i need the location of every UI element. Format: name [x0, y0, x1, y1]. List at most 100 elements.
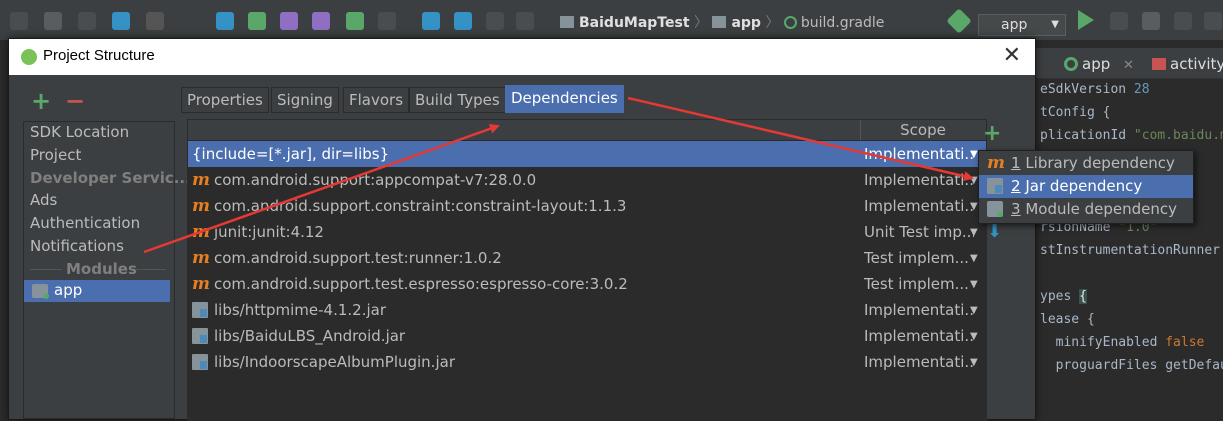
- table-row[interactable]: libs/httpmime-4.1.2.jar Implementati... …: [188, 297, 986, 323]
- dependency-name: {include=[*.jar], dir=libs}: [192, 145, 390, 163]
- add-module-button[interactable]: +: [31, 89, 51, 113]
- gradle-icon: [1064, 57, 1078, 71]
- sdk-manager-icon[interactable]: [422, 12, 440, 30]
- divider: [30, 269, 62, 270]
- gear-icon[interactable]: [44, 12, 62, 30]
- close-icon[interactable]: ✕: [1123, 58, 1134, 73]
- table-row[interactable]: m com.android.support.test.espresso:espr…: [188, 271, 986, 297]
- chevron-down-icon: ▼: [1051, 19, 1059, 30]
- tab-build-types[interactable]: Build Types: [409, 87, 506, 113]
- remove-module-button[interactable]: −: [65, 89, 85, 113]
- terminal-icon[interactable]: [516, 12, 534, 30]
- debug-icon[interactable]: [1142, 12, 1160, 30]
- chevron-down-icon[interactable]: ▼: [970, 201, 978, 212]
- code-line: lease {: [1040, 312, 1095, 327]
- sidebar-header-modules: Modules: [66, 260, 137, 278]
- vcs-update-icon[interactable]: [216, 12, 234, 30]
- run-config-select[interactable]: app ▼: [978, 14, 1066, 36]
- more-icon[interactable]: [1204, 12, 1222, 30]
- dependency-scope[interactable]: Test implem...: [864, 275, 974, 293]
- add-dependency-button[interactable]: +: [983, 121, 1001, 146]
- move-down-icon[interactable]: ⬇: [987, 221, 1002, 242]
- menu-item-number: 2: [1011, 177, 1021, 195]
- dependency-scope[interactable]: Implementati...: [864, 353, 974, 371]
- tab-dependencies[interactable]: Dependencies: [505, 85, 624, 113]
- close-button[interactable]: ✕: [1003, 43, 1021, 68]
- breadcrumb-file[interactable]: build.gradle: [801, 15, 885, 31]
- build-icon[interactable]: [10, 12, 28, 30]
- tab-flavors[interactable]: Flavors: [343, 87, 410, 113]
- jar-icon: [987, 178, 1003, 194]
- project-structure-icon[interactable]: [454, 12, 472, 30]
- jar-icon: [192, 302, 208, 318]
- maven-icon: m: [192, 196, 210, 216]
- breadcrumb-project[interactable]: BaiduMapTest: [579, 15, 690, 31]
- run-icon[interactable]: [1078, 10, 1094, 30]
- dependency-scope[interactable]: Implementati...: [864, 197, 974, 215]
- dependency-scope[interactable]: Implementati...: [864, 327, 974, 345]
- column-header-scope[interactable]: Scope: [860, 120, 985, 140]
- dependency-scope[interactable]: Implementati...: [864, 301, 974, 319]
- chevron-down-icon[interactable]: ▼: [970, 149, 978, 160]
- table-row[interactable]: m com.android.support.constraint:constra…: [188, 193, 986, 219]
- tab-signing[interactable]: Signing: [271, 87, 339, 113]
- editor-tab-label: activity: [1170, 55, 1223, 73]
- chevron-down-icon[interactable]: ▼: [970, 357, 978, 368]
- sidebar-item-project[interactable]: Project: [30, 146, 81, 164]
- editor-tab-activity[interactable]: activity: [1152, 53, 1223, 75]
- dependency-name: libs/IndoorscapeAlbumPlugin.jar: [214, 353, 455, 371]
- sync-gradle-icon[interactable]: [346, 12, 364, 30]
- menu-item-library-dependency[interactable]: m 1 Library dependency: [979, 152, 1193, 175]
- tab-properties[interactable]: Properties: [181, 87, 269, 113]
- chevron-down-icon[interactable]: ▼: [970, 279, 978, 290]
- dependency-scope[interactable]: Test implem...: [864, 249, 974, 267]
- code-line: tConfig {: [1040, 105, 1111, 120]
- dependency-scope[interactable]: Implementati...: [864, 145, 974, 163]
- sidebar-item-authentication[interactable]: Authentication: [30, 214, 140, 232]
- add-dependency-menu: m 1 Library dependency 2 Jar dependency …: [978, 150, 1194, 224]
- jar-icon: [192, 354, 208, 370]
- menu-item-number: 1: [1011, 154, 1021, 172]
- chevron-down-icon[interactable]: ▼: [970, 331, 978, 342]
- project-structure-dialog: Project Structure ✕ + − SDK Location Pro…: [8, 38, 1036, 421]
- vcs-commit-icon[interactable]: [248, 12, 266, 30]
- dependency-scope[interactable]: Unit Test imp...: [864, 223, 974, 241]
- sidebar-item-ads[interactable]: Ads: [30, 191, 57, 209]
- chevron-down-icon[interactable]: ▼: [970, 305, 978, 316]
- attach-debugger-icon[interactable]: [1174, 12, 1192, 30]
- table-row[interactable]: m com.android.support.test:runner:1.0.2 …: [188, 245, 986, 271]
- dialog-titlebar[interactable]: Project Structure ✕: [9, 39, 1035, 75]
- avd-manager-icon[interactable]: [378, 12, 396, 30]
- run-config-label: app: [1001, 17, 1028, 33]
- code-line: eSdkVersion 28: [1040, 82, 1150, 97]
- vcs-history-icon[interactable]: [280, 12, 298, 30]
- sidebar-item-notifications[interactable]: Notifications: [30, 237, 124, 255]
- table-row[interactable]: libs/IndoorscapeAlbumPlugin.jar Implemen…: [188, 349, 986, 375]
- editor-tab-app[interactable]: app ✕: [1064, 53, 1134, 75]
- stop-icon[interactable]: [146, 12, 164, 30]
- menu-item-module-dependency[interactable]: 3 Module dependency: [979, 198, 1193, 221]
- sidebar-item-sdk-location[interactable]: SDK Location: [30, 123, 129, 141]
- code-line: plicationId "com.baidu.m: [1040, 128, 1223, 143]
- code-line: ypes {: [1040, 289, 1087, 304]
- table-row[interactable]: {include=[*.jar], dir=libs} Implementati…: [188, 141, 986, 167]
- chevron-down-icon[interactable]: ▼: [970, 227, 978, 238]
- hammer-icon[interactable]: [946, 8, 972, 34]
- code-line: stInstrumentationRunner: [1040, 243, 1221, 258]
- sidebar-item-app[interactable]: app: [54, 281, 82, 299]
- menu-item-jar-dependency[interactable]: 2 Jar dependency: [979, 175, 1193, 198]
- sync-icon[interactable]: [78, 12, 96, 30]
- table-row[interactable]: libs/BaiduLBS_Android.jar Implementati..…: [188, 323, 986, 349]
- undo-icon[interactable]: [312, 12, 330, 30]
- search-icon[interactable]: [486, 12, 504, 30]
- table-row[interactable]: m junit:junit:4.12 Unit Test imp... ▼: [188, 219, 986, 245]
- dependency-scope[interactable]: Implementati...: [864, 171, 974, 189]
- breadcrumb-module[interactable]: app: [731, 15, 761, 31]
- profiler-icon[interactable]: [112, 12, 130, 30]
- chevron-down-icon[interactable]: ▼: [970, 253, 978, 264]
- apply-changes-icon[interactable]: [1110, 12, 1128, 30]
- dependency-name: com.android.support.test.espresso:espres…: [214, 275, 628, 293]
- table-row[interactable]: m com.android.support:appcompat-v7:28.0.…: [188, 167, 986, 193]
- menu-item-label: Module dependency: [1025, 200, 1178, 218]
- chevron-down-icon[interactable]: ▼: [970, 175, 978, 186]
